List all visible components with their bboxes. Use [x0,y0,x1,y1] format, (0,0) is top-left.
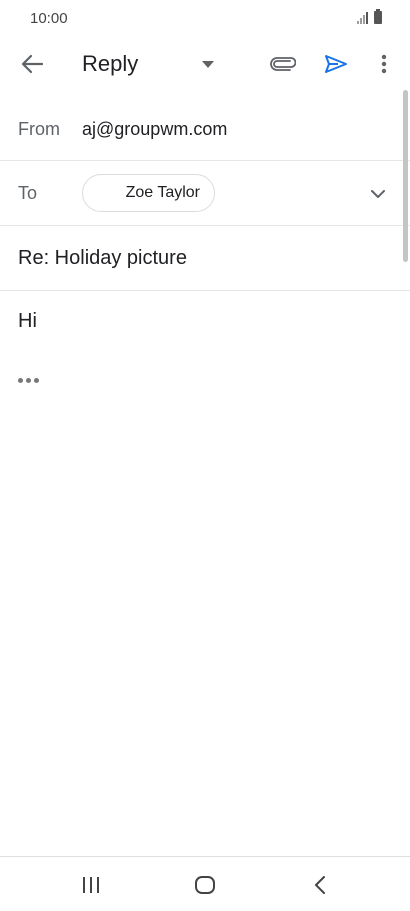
from-label: From [18,119,60,139]
subject-field[interactable]: Re: Holiday picture [18,247,187,270]
from-address[interactable]: aj@groupwm.com [82,119,227,140]
message-body[interactable]: Hi [18,310,37,333]
send-icon [325,55,347,73]
send-button[interactable] [319,48,353,80]
dot-icon [33,377,39,383]
recipient-chip[interactable]: Zoe Taylor [82,174,215,212]
status-time: 10:00 [30,10,68,27]
expand-recipients-button[interactable] [364,180,392,208]
attach-button[interactable] [266,48,300,80]
status-icons [357,9,382,24]
system-back-button[interactable] [300,869,340,901]
battery-icon [374,9,382,24]
recipient-name: Zoe Taylor [125,184,200,201]
divider [0,290,410,291]
caret-down-icon [202,60,214,68]
recent-apps-icon [83,877,99,893]
more-vert-icon [381,54,387,74]
status-bar: 10:00 [0,0,410,36]
to-label: To [18,183,38,203]
compose-toolbar: Reply [0,36,410,92]
home-icon [195,876,215,894]
back-icon [315,876,325,894]
show-quoted-text-button[interactable] [14,370,42,390]
divider [0,160,410,161]
arrow-left-icon [21,54,43,74]
scrollbar[interactable] [403,90,408,262]
dot-icon [25,377,31,383]
divider [0,225,410,226]
dot-icon [17,377,23,383]
compose-mode-title[interactable]: Reply [82,51,138,77]
signal-icon [357,12,368,24]
more-options-button[interactable] [372,48,396,80]
compose-screen: 10:00 Reply From aj@groupwm.com To Zoe T… [0,0,410,911]
home-button[interactable] [185,869,225,901]
chevron-down-icon [371,189,385,198]
paperclip-icon [270,57,296,71]
recent-apps-button[interactable] [71,869,111,901]
compose-mode-dropdown[interactable] [196,50,220,78]
system-nav-bar [0,856,410,911]
back-button[interactable] [14,48,50,80]
